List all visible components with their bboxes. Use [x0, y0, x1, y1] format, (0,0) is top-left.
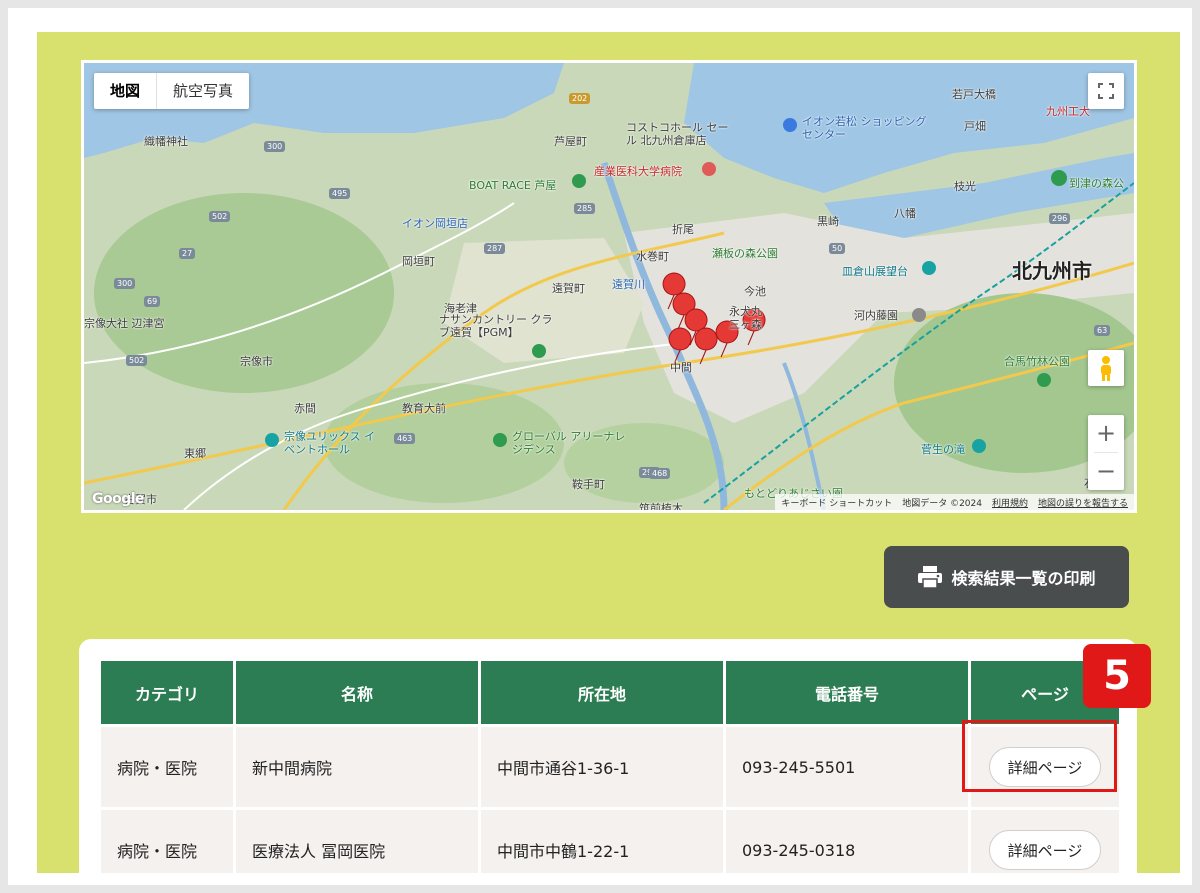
label-boat-race: BOAT RACE 芦屋 [469, 179, 557, 192]
map-type-control: 地図 航空写真 [94, 73, 250, 109]
label-gotoku: 合馬竹林公園 [1004, 355, 1070, 368]
map-data-credit: 地図データ ©2024 [902, 499, 982, 509]
cell-phone: 093-245-5501 [726, 727, 968, 807]
col-name: 名称 [236, 661, 478, 724]
label-costco: コストコホール セール 北九州倉庫店 [626, 121, 729, 147]
label-itozu: 到津の森公 [1069, 177, 1124, 190]
label-sarakura: 皿倉山展望台 [842, 265, 908, 278]
label-kawachi: 河内藤園 [854, 309, 898, 322]
map-type-map-tab[interactable]: 地図 [94, 73, 158, 109]
label-eventhall: 宗像ユリックス イベントホール [284, 430, 376, 456]
label-mizumaki: 水巻町 [636, 250, 669, 263]
label-seboita: 瀬板の森公園 [712, 247, 778, 260]
step-badge: 5 [1083, 644, 1151, 708]
printer-icon [918, 566, 943, 589]
google-logo: Google [92, 491, 145, 507]
label-ashiya: 芦屋町 [554, 135, 587, 148]
map-type-satellite-tab[interactable]: 航空写真 [157, 73, 249, 109]
label-kitakyushu: 北九州市 [1012, 259, 1092, 283]
label-nakama: 中間 [670, 361, 692, 374]
table-header-row: カテゴリ 名称 所在地 電話番号 ページ [101, 661, 1119, 724]
label-tobata: 戸畑 [964, 120, 986, 133]
fullscreen-icon [1098, 83, 1114, 99]
col-phone: 電話番号 [726, 661, 968, 724]
label-okagaki: 岡垣町 [402, 255, 435, 268]
label-wakato: 若戸大橋 [952, 88, 996, 101]
label-orio: 折尾 [672, 223, 694, 236]
pegman-icon [1101, 356, 1111, 381]
terms-link[interactable]: 利用規約 [992, 496, 1028, 509]
cell-category: 病院・医院 [101, 810, 233, 873]
zoom-out-button[interactable]: − [1088, 453, 1124, 490]
keyboard-shortcuts-link[interactable]: キーボード ショートカット [781, 496, 892, 509]
label-aeon-wakamatsu: イオン若松 ショッピングセンター [802, 115, 927, 141]
label-kurate: 鞍手町 [572, 478, 605, 491]
label-arena: グローバル アリーナレジデンス [512, 430, 626, 456]
zoom-control: + − [1088, 415, 1124, 490]
label-sangamori: 三ヶ森 [729, 318, 762, 331]
col-address: 所在地 [481, 661, 723, 724]
cell-page: 詳細ページ [971, 810, 1119, 873]
google-map[interactable]: 北九州市 芦屋町 BOAT RACE 芦屋 岡垣町 イオン岡垣店 遠賀町 遠賀川… [81, 60, 1137, 513]
zoom-in-button[interactable]: + [1088, 415, 1124, 452]
label-aeon-okagaki: イオン岡垣店 [402, 217, 468, 230]
cell-address: 中間市中鶴1-22-1 [481, 810, 723, 873]
label-togo: 東郷 [184, 447, 206, 460]
report-error-link[interactable]: 地図の誤りを報告する [1038, 496, 1128, 509]
highlight-box [962, 720, 1117, 792]
label-imaike: 今池 [744, 285, 766, 298]
label-edamitsu: 枝光 [954, 180, 976, 193]
label-chikuho: 筑前植木 [639, 502, 683, 513]
label-munakata-taisha: 宗像大社 辺津宮 [84, 317, 165, 330]
street-view-pegman[interactable] [1088, 350, 1124, 386]
table-row: 病院・医院 医療法人 冨岡医院 中間市中鶴1-22-1 093-245-0318… [101, 810, 1119, 873]
label-akama: 赤間 [294, 402, 316, 415]
map-attribution: キーボード ショートカット 地図データ ©2024 利用規約 地図の誤りを報告す… [775, 494, 1134, 510]
col-category: カテゴリ [101, 661, 233, 724]
screenshot-frame: 北九州市 芦屋町 BOAT RACE 芦屋 岡垣町 イオン岡垣店 遠賀町 遠賀川… [8, 8, 1192, 885]
print-results-label: 検索結果一覧の印刷 [951, 569, 1096, 588]
label-onga: 遠賀町 [552, 282, 585, 295]
label-sugao: 菅生の滝 [921, 443, 965, 456]
label-ebitsu: 海老津 [444, 302, 477, 315]
detail-page-button[interactable]: 詳細ページ [988, 830, 1102, 870]
label-orihata: 織幡神社 [144, 135, 188, 148]
label-sanno-hospital: 産業医科大学病院 [594, 165, 682, 178]
print-results-button[interactable]: 検索結果一覧の印刷 [884, 546, 1129, 608]
cell-address: 中間市通谷1-36-1 [481, 727, 723, 807]
label-kyoiku: 教育大前 [402, 402, 446, 415]
cell-category: 病院・医院 [101, 727, 233, 807]
label-country-club: ナサンカントリー クラブ遠賀【PGM】 [439, 313, 553, 339]
fullscreen-button[interactable] [1088, 73, 1124, 109]
label-kyushu-kodai: 九州工大 [1046, 105, 1090, 118]
label-onga-river: 遠賀川 [612, 278, 645, 291]
label-munakata: 宗像市 [240, 355, 273, 368]
cell-name: 新中間病院 [236, 727, 478, 807]
label-kurosaki: 黒崎 [817, 215, 839, 228]
label-yahata: 八幡 [894, 207, 916, 220]
cell-phone: 093-245-0318 [726, 810, 968, 873]
cell-name: 医療法人 冨岡医院 [236, 810, 478, 873]
